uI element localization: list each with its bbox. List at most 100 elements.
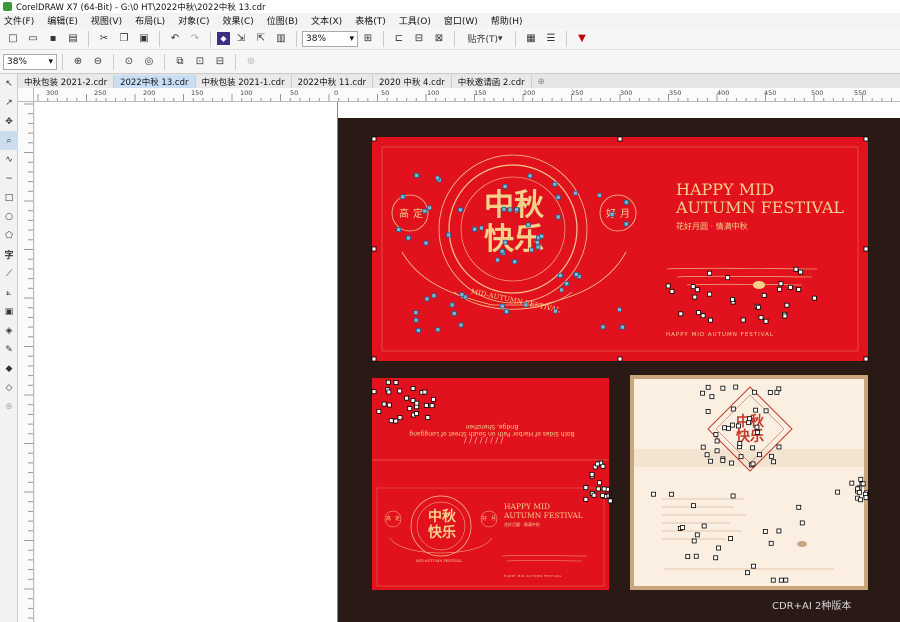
export-icon[interactable]: ⇱	[252, 30, 270, 48]
menu-effects[interactable]: 效果(C)	[222, 14, 253, 27]
menu-window[interactable]: 窗口(W)	[444, 14, 478, 27]
zoom-tool-icon[interactable]: ⌕	[0, 131, 18, 150]
card-small-headline: HAPPY MID AUTUMN FESTIVAL	[504, 502, 583, 520]
tab-doc-1[interactable]: 中秋包装 2021-2.cdr	[18, 75, 115, 88]
card-main-title-line1: 中秋	[484, 188, 544, 223]
artistic-media-icon[interactable]: ~	[0, 169, 18, 188]
headline-line2: AUTUMN FESTIVAL	[676, 198, 845, 217]
save-icon[interactable]: ▪	[44, 30, 62, 48]
card-main-slogan: 花好月圆 · 情满中秋	[676, 222, 748, 231]
crop-tool-icon[interactable]: ✥	[0, 112, 18, 131]
zoom-out-icon[interactable]: ⊖	[89, 53, 107, 71]
search-content-icon[interactable]: ◆	[217, 32, 230, 45]
horizontal-ruler[interactable]: 300 250 200 150 100 50 0 50 100 150 200 …	[34, 88, 900, 102]
menu-bar: 文件(F) 编辑(E) 视图(V) 布局(L) 对象(C) 效果(C) 位图(B…	[0, 13, 900, 28]
toolbar-divider	[88, 30, 89, 47]
paste-icon[interactable]: ▣	[135, 30, 153, 48]
menu-object[interactable]: 对象(C)	[178, 14, 209, 27]
show-guidelines-icon[interactable]: ⊠	[430, 30, 448, 48]
menu-help[interactable]: 帮助(H)	[491, 14, 523, 27]
parallel-dimension-icon[interactable]: ⟋	[0, 264, 18, 283]
text-tool-icon[interactable]: 字	[0, 245, 18, 264]
card-small-title-line1: 中秋	[428, 509, 456, 525]
snap-to-button[interactable]: 贴齐(T) ▾	[461, 30, 509, 48]
card-main-red[interactable]: 中秋 快乐 高 定 好 月 MID-AUTUMN FESTIVAL HAPPY …	[372, 137, 868, 361]
interactive-fill-icon[interactable]: ◆	[0, 359, 18, 378]
tab-doc-4[interactable]: 2022中秋 11.cdr	[291, 75, 373, 88]
property-bar: 38% ▾ ⊕ ⊖ ⊙ ◎ ⧉ ⊡ ⊟ ⊕	[0, 50, 900, 74]
eyedropper-tool-icon[interactable]: ✎	[0, 340, 18, 359]
show-grid-icon[interactable]: ⊟	[410, 30, 428, 48]
menu-table[interactable]: 表格(T)	[355, 14, 386, 27]
pan-icon[interactable]: ⊕	[242, 53, 260, 71]
card-cream[interactable]: 中秋 快乐	[634, 379, 864, 586]
document-tabs: 中秋包装 2021-2.cdr 2022中秋 13.cdr 中秋包装 2021-…	[18, 74, 900, 88]
menu-text[interactable]: 文本(X)	[311, 14, 342, 27]
menu-edit[interactable]: 编辑(E)	[47, 14, 78, 27]
vertical-ruler[interactable]	[18, 102, 34, 622]
card-small-seal-left-char1: 高	[386, 516, 392, 522]
menu-tools[interactable]: 工具(O)	[399, 14, 431, 27]
seal-right: 好 月	[606, 205, 630, 220]
ruler-corner[interactable]	[18, 88, 34, 102]
card-small-red[interactable]: Both Sides of Harbor Path on South Stree…	[372, 378, 609, 590]
snap-to-label: 贴齐(T)	[467, 35, 498, 45]
card-main-title-cn: 中秋 快乐	[480, 189, 548, 257]
card-small-slogan: 花好月圆 · 情满中秋	[504, 522, 540, 527]
card-small-headline-line2: AUTUMN FESTIVAL	[504, 511, 583, 520]
seal-right-char1: 好	[606, 209, 616, 220]
tab-doc-6[interactable]: 中秋邀请函 2.cdr	[451, 75, 532, 88]
import-icon[interactable]: ⇲	[232, 30, 250, 48]
new-tab-icon[interactable]: ⊕	[531, 75, 551, 88]
zoom-to-selected-icon[interactable]: ⊙	[120, 53, 138, 71]
show-rulers-icon[interactable]: ⊏	[390, 30, 408, 48]
rectangle-tool-icon[interactable]: □	[0, 188, 18, 207]
open-folder-icon[interactable]: ▭	[24, 30, 42, 48]
menu-file[interactable]: 文件(F)	[4, 14, 34, 27]
print-icon[interactable]: ▤	[64, 30, 82, 48]
seal-right-char2: 月	[620, 209, 630, 220]
undo-icon[interactable]: ↶	[166, 30, 184, 48]
zoom-levels-select[interactable]: 38% ▾	[3, 53, 57, 70]
options-icon[interactable]: ▦	[522, 30, 540, 48]
smart-fill-icon[interactable]: ◇	[0, 378, 18, 397]
menu-layout[interactable]: 布局(L)	[135, 14, 165, 27]
card-small-seal-right: 好 月	[482, 515, 496, 522]
card-small-seal-left: 高 定	[386, 515, 400, 522]
card-small-seal-right-char1: 好	[482, 516, 488, 522]
publish-pdf-icon[interactable]: ▥	[272, 30, 290, 48]
menu-bitmaps[interactable]: 位图(B)	[267, 14, 298, 27]
zoom-to-all-objects-icon[interactable]: ◎	[140, 53, 158, 71]
card-cream-title-cn: 中秋 快乐	[730, 415, 770, 445]
tab-doc-3[interactable]: 中秋包装 2021-1.cdr	[195, 75, 292, 88]
zoom-levels-value: 38%	[7, 56, 28, 67]
pick-tool-icon[interactable]: ↖	[0, 74, 18, 93]
drop-shadow-icon[interactable]: ▣	[0, 302, 18, 321]
card-main-footer: HAPPY MID AUTUMN FESTIVAL	[666, 332, 774, 338]
connector-tool-icon[interactable]: ⟀	[0, 283, 18, 302]
copy-icon[interactable]: ❐	[115, 30, 133, 48]
tab-doc-2[interactable]: 2022中秋 13.cdr	[114, 75, 196, 88]
freehand-tool-icon[interactable]: ∿	[0, 150, 18, 169]
zoom-in-icon[interactable]: ⊕	[69, 53, 87, 71]
transparency-tool-icon[interactable]: ◈	[0, 321, 18, 340]
zoom-to-page-width-icon[interactable]: ⊡	[191, 53, 209, 71]
cut-icon[interactable]: ✂	[95, 30, 113, 48]
zoom-level-select[interactable]: 38% ▾	[302, 30, 358, 47]
card-small-footer: HAPPY MID AUTUMN FESTIVAL	[504, 574, 562, 578]
new-document-icon[interactable]: □	[4, 30, 22, 48]
zoom-to-page-icon[interactable]: ⧉	[171, 53, 189, 71]
welcome-screen-icon[interactable]: ▼	[573, 30, 591, 48]
ellipse-tool-icon[interactable]: ○	[0, 207, 18, 226]
application-launcher-icon[interactable]: ☰	[542, 30, 560, 48]
add-tool-icon[interactable]: ⊕	[0, 397, 18, 416]
polygon-tool-icon[interactable]: ⬠	[0, 226, 18, 245]
shape-tool-icon[interactable]: ↗	[0, 93, 18, 112]
zoom-to-page-height-icon[interactable]: ⊟	[211, 53, 229, 71]
redo-icon[interactable]: ↷	[186, 30, 204, 48]
tab-doc-5[interactable]: 2020 中秋 4.cdr	[373, 75, 452, 88]
menu-view[interactable]: 视图(V)	[91, 14, 122, 27]
card-main-ornament	[381, 146, 859, 352]
full-screen-preview-icon[interactable]: ⊞	[359, 30, 377, 48]
toolbar-divider	[113, 53, 114, 70]
